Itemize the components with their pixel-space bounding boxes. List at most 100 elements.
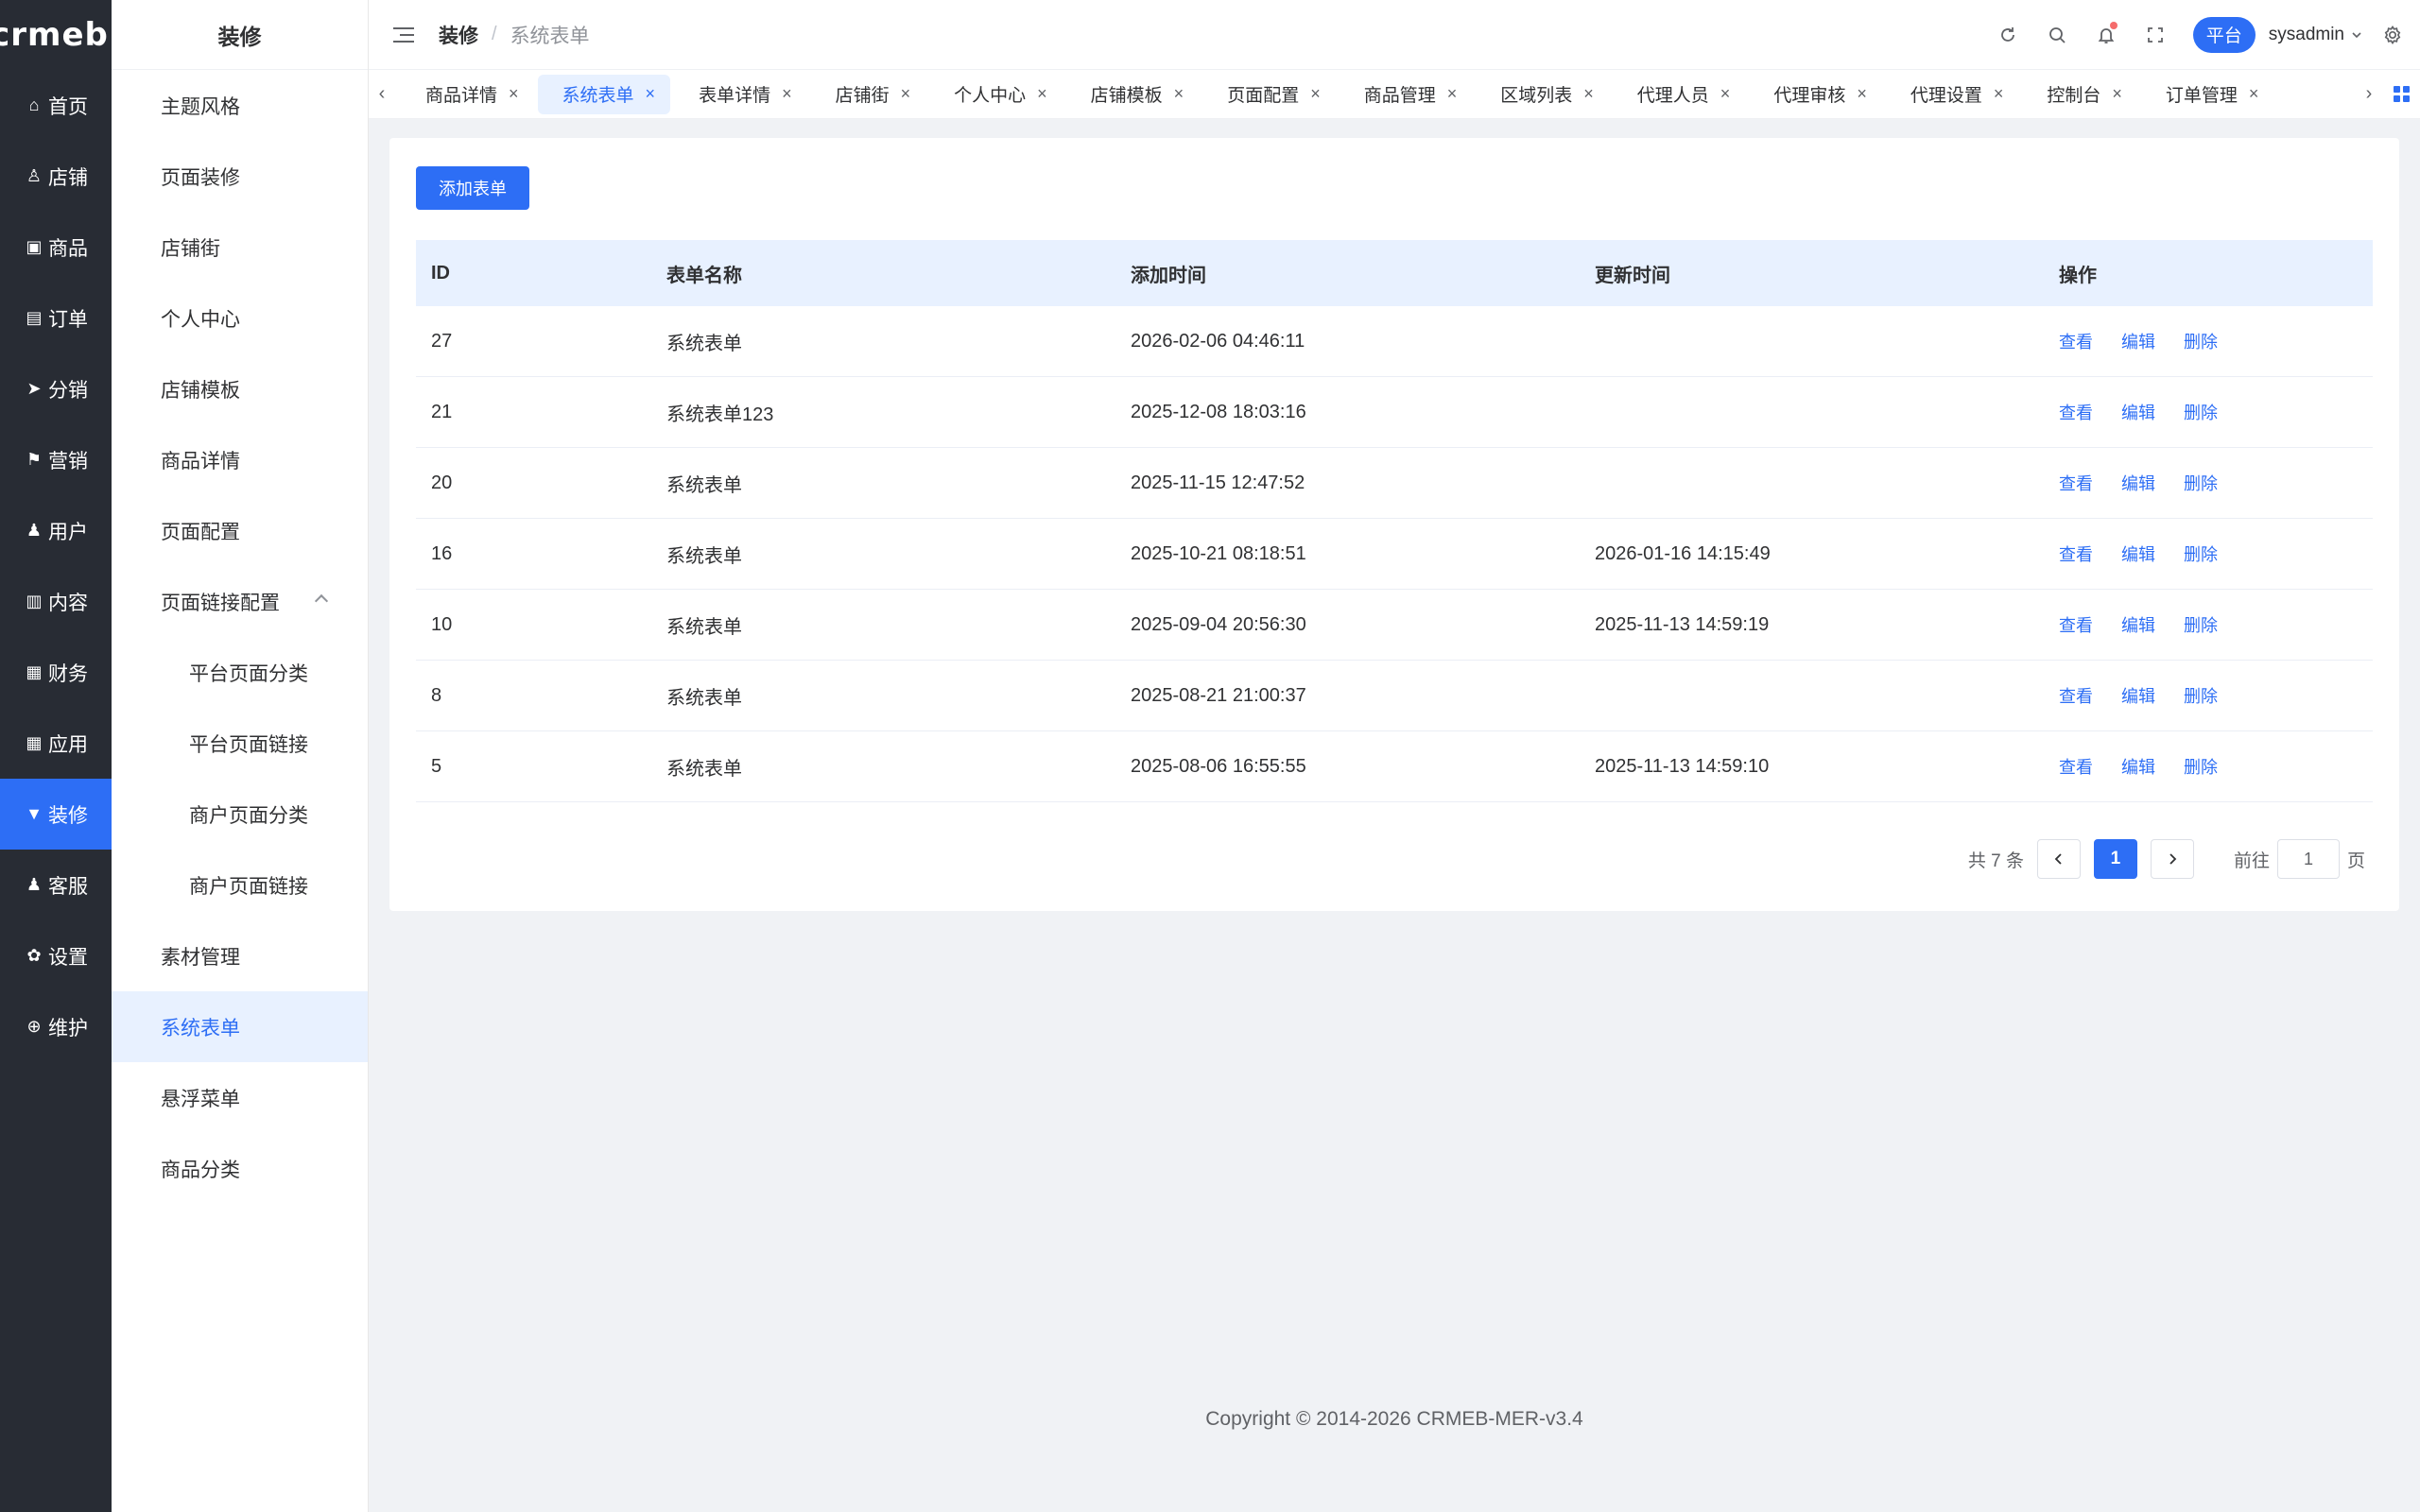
page-number-current[interactable]: 1 [2093,839,2137,879]
rail-item-6[interactable]: ♟ 用户 [0,495,112,566]
submenu-item-9[interactable]: 平台页面链接 [112,708,368,779]
rail-item-3[interactable]: ▤ 订单 [0,283,112,353]
delete-link[interactable]: 删除 [2184,612,2218,637]
close-icon[interactable]: × [2249,84,2259,104]
submenu-item-10[interactable]: 商户页面分类 [112,779,368,850]
rail-item-5[interactable]: ⚑ 营销 [0,424,112,495]
tab-8[interactable]: 区域列表 × [1476,75,1609,114]
tab-13[interactable]: 订单管理 × [2141,75,2274,114]
tabs-scroll-left-icon[interactable]: ‹ [369,70,395,118]
close-icon[interactable]: × [901,84,911,104]
view-link[interactable]: 查看 [2059,612,2093,637]
close-icon[interactable]: × [1857,84,1867,104]
tab-6[interactable]: 页面配置 × [1202,75,1336,114]
close-icon[interactable]: × [1720,84,1731,104]
view-link[interactable]: 查看 [2059,683,2093,708]
close-icon[interactable]: × [1174,84,1184,104]
submenu-item-15[interactable]: 商品分类 [112,1133,368,1204]
rail-item-7[interactable]: ▥ 内容 [0,566,112,637]
add-form-button[interactable]: 添加表单 [416,166,529,210]
edit-link[interactable]: 编辑 [2121,754,2155,779]
tab-11[interactable]: 代理设置 × [1886,75,2019,114]
tab-3[interactable]: 店铺街 × [811,75,926,114]
breadcrumb-parent[interactable]: 装修 [439,21,478,49]
rail-item-8[interactable]: ▦ 财务 [0,637,112,708]
view-link[interactable]: 查看 [2059,400,2093,424]
tab-0[interactable]: 商品详情 × [401,75,534,114]
cell-updated: 2025-11-13 14:59:19 [1595,613,1770,635]
rail-item-2[interactable]: ▣ 商品 [0,212,112,283]
flag-icon: ⚑ [26,450,43,469]
rail-item-10[interactable]: ▼ 装修 [0,779,112,850]
close-icon[interactable]: × [509,84,519,104]
delete-link[interactable]: 删除 [2184,329,2218,353]
delete-link[interactable]: 删除 [2184,471,2218,495]
platform-badge[interactable]: 平台 [2192,16,2256,53]
close-icon[interactable]: × [1037,84,1047,104]
rail-item-0[interactable]: ⌂ 首页 [0,70,112,141]
fullscreen-icon[interactable] [2131,16,2180,54]
edit-link[interactable]: 编辑 [2121,612,2155,637]
tab-12[interactable]: 控制台 × [2022,75,2137,114]
tabs-menu-grid-icon[interactable] [2382,70,2420,118]
next-page-button[interactable] [2150,839,2194,879]
crmeb-logo[interactable]: crmeb® [0,0,120,70]
user-menu[interactable]: sysadmin [2269,25,2363,45]
edit-link[interactable]: 编辑 [2121,471,2155,495]
submenu-item-12[interactable]: 素材管理 [112,920,368,991]
submenu-item-13[interactable]: 系统表单 [112,991,368,1062]
view-link[interactable]: 查看 [2059,471,2093,495]
close-icon[interactable]: × [2112,84,2122,104]
submenu-item-0[interactable]: 主题风格 [112,70,368,141]
submenu-item-8[interactable]: 平台页面分类 [112,637,368,708]
collapse-menu-icon[interactable] [393,23,414,47]
submenu-item-14[interactable]: 悬浮菜单 [112,1062,368,1133]
delete-link[interactable]: 删除 [2184,754,2218,779]
prev-page-button[interactable] [2036,839,2081,879]
settings-gear-icon[interactable] [2378,21,2407,49]
view-link[interactable]: 查看 [2059,754,2093,779]
rail-item-9[interactable]: ▦ 应用 [0,708,112,779]
close-icon[interactable]: × [1447,84,1458,104]
bell-icon[interactable] [2082,16,2131,54]
submenu-item-3[interactable]: 个人中心 [112,283,368,353]
rail-item-12[interactable]: ✿ 设置 [0,920,112,991]
submenu-item-4[interactable]: 店铺模板 [112,353,368,424]
tab-5[interactable]: 店铺模板 × [1066,75,1200,114]
rail-item-4[interactable]: ➤ 分销 [0,353,112,424]
view-link[interactable]: 查看 [2059,329,2093,353]
tab-10[interactable]: 代理审核 × [1749,75,1882,114]
tab-1[interactable]: 系统表单 × [537,74,671,114]
close-icon[interactable]: × [1994,84,2004,104]
close-icon[interactable]: × [782,84,792,104]
tabs-scroll-right-icon[interactable]: › [2356,70,2382,118]
cell-actions: 查看 编辑 删除 [2059,612,2373,637]
delete-link[interactable]: 删除 [2184,400,2218,424]
tab-4[interactable]: 个人中心 × [929,75,1063,114]
close-icon[interactable]: × [646,84,656,104]
tab-7[interactable]: 商品管理 × [1340,75,1473,114]
refresh-icon[interactable] [1983,16,2032,54]
rail-item-13[interactable]: ⊕ 维护 [0,991,112,1062]
tab-2[interactable]: 表单详情 × [674,75,807,114]
rail-item-11[interactable]: ♟ 客服 [0,850,112,920]
edit-link[interactable]: 编辑 [2121,683,2155,708]
edit-link[interactable]: 编辑 [2121,541,2155,566]
submenu-item-5[interactable]: 商品详情 [112,424,368,495]
edit-link[interactable]: 编辑 [2121,400,2155,424]
goto-page-input[interactable] [2276,839,2340,879]
submenu-item-7[interactable]: 页面链接配置 [112,566,368,637]
submenu-item-11[interactable]: 商户页面链接 [112,850,368,920]
close-icon[interactable]: × [1583,84,1594,104]
submenu-item-1[interactable]: 页面装修 [112,141,368,212]
rail-item-1[interactable]: ♙ 店铺 [0,141,112,212]
delete-link[interactable]: 删除 [2184,683,2218,708]
search-icon[interactable] [2032,16,2082,54]
submenu-item-2[interactable]: 店铺街 [112,212,368,283]
submenu-item-6[interactable]: 页面配置 [112,495,368,566]
view-link[interactable]: 查看 [2059,541,2093,566]
tab-9[interactable]: 代理人员 × [1613,75,1746,114]
delete-link[interactable]: 删除 [2184,541,2218,566]
edit-link[interactable]: 编辑 [2121,329,2155,353]
close-icon[interactable]: × [1310,84,1321,104]
